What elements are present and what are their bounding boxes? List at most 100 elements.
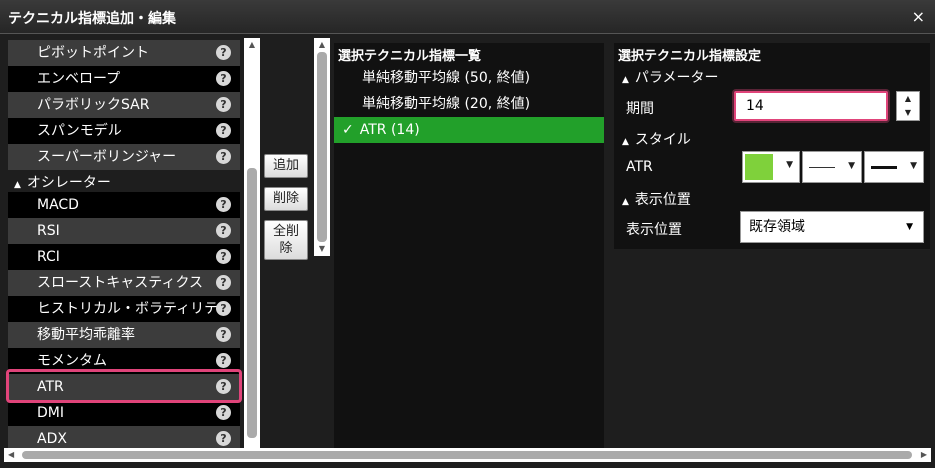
list-item[interactable]: ピボットポイント? xyxy=(8,40,240,66)
line-color-picker[interactable]: ▼ xyxy=(742,151,800,183)
list-item-label: スローストキャスティクス xyxy=(37,275,204,291)
help-icon[interactable]: ? xyxy=(216,301,231,316)
list-item[interactable]: スローストキャスティクス? xyxy=(8,270,240,296)
list-item[interactable]: スーパーボリンジャー? xyxy=(8,144,240,170)
horizontal-scrollbar[interactable]: ◀ ▶ xyxy=(4,448,931,462)
atr-highlight xyxy=(6,369,242,403)
help-icon[interactable]: ? xyxy=(216,327,231,342)
line-width-select[interactable]: ▼ xyxy=(864,151,924,183)
help-icon[interactable]: ? xyxy=(216,353,231,368)
section-label: 表示位置 xyxy=(634,192,691,208)
help-icon[interactable]: ? xyxy=(216,45,231,60)
spin-down-icon[interactable]: ▼ xyxy=(897,106,919,120)
add-button[interactable]: 追加 xyxy=(264,154,308,178)
color-swatch xyxy=(745,154,773,180)
scroll-down-icon[interactable]: ▼ xyxy=(314,244,330,254)
list-item-label: エンベロープ xyxy=(37,71,121,87)
chevron-down-icon: ▼ xyxy=(786,160,793,170)
delete-button[interactable]: 削除 xyxy=(264,187,308,211)
period-stepper[interactable]: ▲ ▼ xyxy=(896,91,920,121)
section-label: パラメーター xyxy=(634,70,719,86)
list-item[interactable]: 移動平均乖離率? xyxy=(8,322,240,348)
list-item[interactable]: パラボリックSAR? xyxy=(8,92,240,118)
thick-line-icon xyxy=(871,166,897,169)
style-label: ATR xyxy=(626,159,653,175)
section-parameters[interactable]: ▲ パラメーター xyxy=(622,67,719,87)
section-style[interactable]: ▲ スタイル xyxy=(622,129,691,149)
selected-row-label: ATR (14) xyxy=(359,122,420,138)
list-item[interactable]: ヒストリカル・ボラティリティ? xyxy=(8,296,240,322)
collapse-icon: ▲ xyxy=(622,197,629,207)
period-label: 期間 xyxy=(626,101,654,117)
settings-title: 選択テクニカル指標設定 xyxy=(618,49,762,64)
chevron-down-icon: ▼ xyxy=(906,222,913,232)
selected-row[interactable]: 単純移動平均線 (50, 終値) xyxy=(334,65,604,91)
scroll-thumb[interactable] xyxy=(247,168,257,438)
help-icon[interactable]: ? xyxy=(216,123,231,138)
list-item-label: モメンタム xyxy=(37,353,107,369)
list-item-label: ADX xyxy=(37,431,67,447)
list-item[interactable]: エンベロープ? xyxy=(8,66,240,92)
scroll-thumb[interactable] xyxy=(22,451,912,459)
list-item-label: スパンモデル xyxy=(37,123,122,139)
help-icon[interactable]: ? xyxy=(216,97,231,112)
scroll-up-icon[interactable]: ▲ xyxy=(314,40,330,50)
list-item-label: ヒストリカル・ボラティリティ xyxy=(37,301,232,317)
list-item[interactable]: RCI? xyxy=(8,244,240,270)
selected-list-scrollbar[interactable]: ▲ ▼ xyxy=(314,38,330,256)
help-icon[interactable]: ? xyxy=(216,197,231,212)
help-icon[interactable]: ? xyxy=(216,249,231,264)
list-item-label: MACD xyxy=(37,197,79,213)
collapse-icon: ▲ xyxy=(622,75,629,85)
section-display[interactable]: ▲ 表示位置 xyxy=(622,189,691,209)
list-item-label: ピボットポイント xyxy=(37,45,149,61)
category-label: オシレーター xyxy=(26,175,111,191)
selected-row-label: 単純移動平均線 (50, 終値) xyxy=(362,70,531,86)
selected-list-title: 選択テクニカル指標一覧 xyxy=(338,49,482,64)
list-item-label: 移動平均乖離率 xyxy=(37,327,135,343)
indicator-list-scrollbar[interactable]: ▲ xyxy=(244,38,260,448)
selected-row[interactable]: 単純移動平均線 (20, 終値) xyxy=(334,91,604,117)
window-title: テクニカル指標追加・編集 xyxy=(8,11,176,27)
help-icon[interactable]: ? xyxy=(216,223,231,238)
indicator-settings-panel: 選択テクニカル指標設定 ▲ パラメーター 期間 14 ▲ ▼ ▲ スタイル ATR … xyxy=(614,43,930,249)
list-item[interactable]: MACD? xyxy=(8,192,240,218)
collapse-icon: ▲ xyxy=(622,137,629,147)
list-item-label: RSI xyxy=(37,223,60,239)
display-position-select[interactable]: 既存領域 ▼ xyxy=(740,211,924,243)
chevron-down-icon: ▼ xyxy=(910,161,917,171)
collapse-icon: ▲ xyxy=(14,180,21,190)
thin-line-icon xyxy=(809,167,835,168)
section-label: スタイル xyxy=(634,132,691,148)
list-item-label: スーパーボリンジャー xyxy=(37,149,177,165)
list-item-label: パラボリックSAR xyxy=(37,97,150,113)
check-icon: ✓ xyxy=(342,122,354,138)
help-icon[interactable]: ? xyxy=(216,71,231,86)
list-item[interactable]: ADX? xyxy=(8,426,240,448)
scroll-left-icon[interactable]: ◀ xyxy=(8,448,14,462)
selected-indicators-panel: 選択テクニカル指標一覧 単純移動平均線 (50, 終値) 単純移動平均線 (20… xyxy=(334,43,604,449)
display-value: 既存領域 xyxy=(749,219,805,235)
help-icon[interactable]: ? xyxy=(216,405,231,420)
scroll-up-icon[interactable]: ▲ xyxy=(244,40,260,50)
selected-row-label: 単純移動平均線 (20, 終値) xyxy=(362,96,531,112)
help-icon[interactable]: ? xyxy=(216,275,231,290)
spin-up-icon[interactable]: ▲ xyxy=(897,92,919,106)
list-item[interactable]: DMI? xyxy=(8,400,240,426)
period-input[interactable]: 14 xyxy=(734,91,888,121)
list-item[interactable]: RSI? xyxy=(8,218,240,244)
list-item-label: DMI xyxy=(37,405,64,421)
selected-row-active[interactable]: ✓ ATR (14) xyxy=(334,117,604,143)
list-item-label: RCI xyxy=(37,249,60,265)
close-icon[interactable]: × xyxy=(912,7,925,26)
scroll-thumb[interactable] xyxy=(317,52,327,242)
display-label: 表示位置 xyxy=(626,222,682,238)
chevron-down-icon: ▼ xyxy=(848,161,855,171)
delete-all-button[interactable]: 全削除 xyxy=(264,220,308,260)
title-bar: テクニカル指標追加・編集 × xyxy=(0,0,935,34)
line-style-select[interactable]: ▼ xyxy=(802,151,862,183)
help-icon[interactable]: ? xyxy=(216,149,231,164)
help-icon[interactable]: ? xyxy=(216,431,231,446)
scroll-right-icon[interactable]: ▶ xyxy=(921,448,927,462)
list-item[interactable]: スパンモデル? xyxy=(8,118,240,144)
